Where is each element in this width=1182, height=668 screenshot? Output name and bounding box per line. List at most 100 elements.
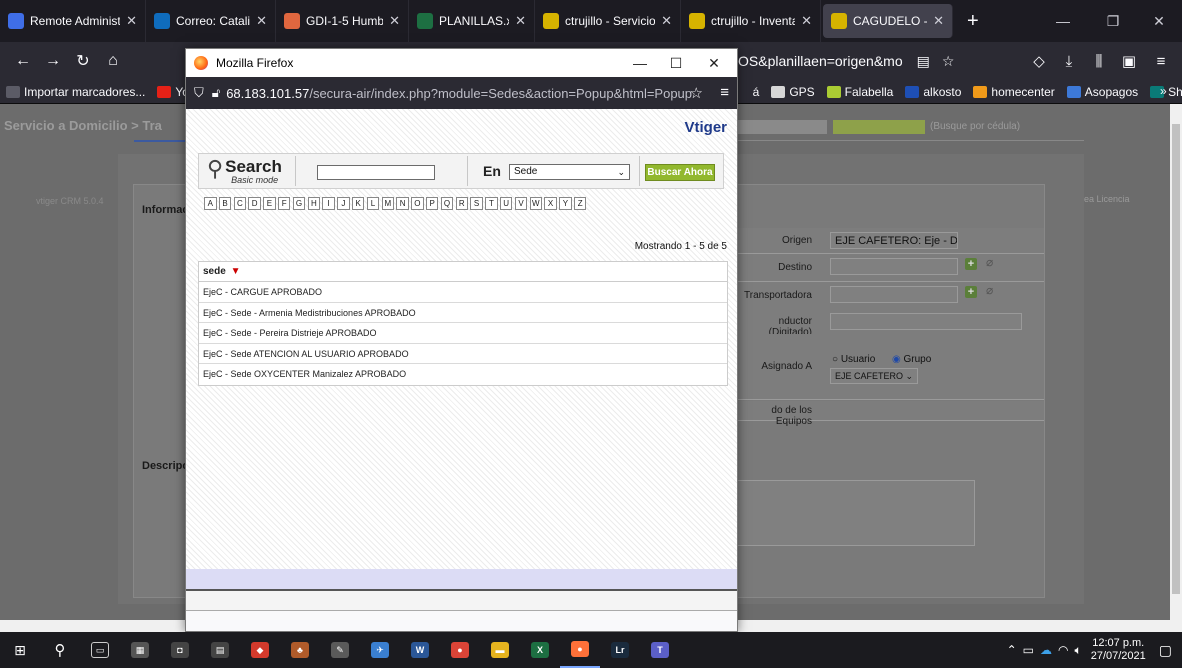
tab-2[interactable]: Correo: Catalina Tru ✕ xyxy=(146,0,276,42)
search-field-select[interactable]: Sede ⌄ xyxy=(509,164,630,180)
maximize-icon[interactable]: ☐ xyxy=(659,49,693,77)
alphabet-letter[interactable]: F xyxy=(277,197,291,210)
minimize-icon[interactable]: — xyxy=(623,49,657,77)
alphabet-letter[interactable]: V xyxy=(514,197,528,210)
search-input[interactable] xyxy=(317,165,435,180)
volume-icon[interactable]: 🔈︎ xyxy=(1075,643,1082,658)
home-icon[interactable]: ⌂ xyxy=(98,46,128,76)
tab-1[interactable]: Remote Administrat ✕ xyxy=(0,0,146,42)
tab-3[interactable]: GDI-1-5 Humberto ✕ xyxy=(276,0,409,42)
assign-group-select[interactable]: EJE CAFETERO ⌄ xyxy=(830,368,918,384)
transportadora-clear-icon[interactable]: ⌀ xyxy=(986,283,993,297)
reload-icon[interactable]: ↻ xyxy=(68,46,98,76)
tab-close-icon[interactable]: ✕ xyxy=(515,13,526,29)
table-row[interactable]: EjeC - Sede - Armenia Medistribuciones A… xyxy=(199,303,727,324)
pocket-icon[interactable]: ◇ xyxy=(1024,46,1054,76)
bookmark-item[interactable]: Asopagos xyxy=(1061,85,1144,99)
alphabet-letter[interactable]: M xyxy=(381,197,395,210)
popup-bookmark-star-icon[interactable]: ☆ xyxy=(690,84,703,102)
bookmark-star-icon[interactable]: ☆ xyxy=(942,53,955,70)
main-close-icon[interactable]: ✕ xyxy=(1136,0,1182,42)
alphabet-letter[interactable]: B xyxy=(218,197,232,210)
calendar-icon[interactable]: ▤ xyxy=(200,632,240,668)
alphabet-letter[interactable]: I xyxy=(322,197,335,210)
alphabet-letter[interactable]: T xyxy=(485,197,498,210)
camera-icon[interactable]: ◘ xyxy=(160,632,200,668)
tab-4[interactable]: PLANILLAS.xlsx ✕ xyxy=(409,0,535,42)
tab-7[interactable]: CAGUDELO - Servic ✕ xyxy=(823,4,953,38)
bg-field-input[interactable] xyxy=(830,313,1022,330)
search-now-button[interactable]: Buscar Ahora xyxy=(645,164,715,181)
sort-desc-icon[interactable]: ▼ xyxy=(231,266,241,277)
main-minimize-icon[interactable]: — xyxy=(1040,0,1086,42)
bookmarks-overflow-icon[interactable]: » xyxy=(1160,84,1167,98)
page-breadcrumb[interactable]: Servicio a Domicilio > Tra xyxy=(4,118,162,133)
back-icon[interactable]: ← xyxy=(8,46,38,76)
column-header-sede[interactable]: sede ▼ xyxy=(199,262,727,282)
assign-grupo-radio[interactable]: ◉ Grupo xyxy=(892,354,931,365)
lightroom-icon[interactable]: Lr xyxy=(600,632,640,668)
alphabet-letter[interactable]: C xyxy=(233,197,247,210)
bookmark-item[interactable]: GPS xyxy=(765,85,820,99)
alphabet-letter[interactable]: U xyxy=(499,197,513,210)
alphabet-letter[interactable]: W xyxy=(529,197,543,210)
bookmark-item[interactable]: homecenter xyxy=(967,85,1060,99)
alphabet-letter[interactable]: E xyxy=(263,197,276,210)
bookmark-item[interactable]: á xyxy=(747,85,766,99)
firefox-icon[interactable]: ● xyxy=(560,632,600,668)
tab-close-icon[interactable]: ✕ xyxy=(256,13,267,29)
tracking-shield-icon[interactable]: ⛉ xyxy=(194,85,204,101)
network-icon[interactable]: ▭ xyxy=(1023,643,1034,657)
vertical-scroll-thumb[interactable] xyxy=(1172,124,1180,594)
alphabet-letter[interactable]: Z xyxy=(573,197,587,210)
destino-clear-icon[interactable]: ⌀ xyxy=(986,255,993,269)
forward-icon[interactable]: → xyxy=(38,46,68,76)
close-icon[interactable]: ✕ xyxy=(697,49,731,77)
bg-search-input[interactable] xyxy=(737,120,827,134)
clock[interactable]: 12:07 p.m. 27/07/2021 xyxy=(1091,637,1146,663)
anydesk-icon[interactable]: ◆ xyxy=(240,632,280,668)
alphabet-letter[interactable]: A xyxy=(204,197,217,210)
downloads-icon[interactable]: ⤓ xyxy=(1054,46,1084,76)
tab-5[interactable]: ctrujillo - Servicio a ✕ xyxy=(535,0,681,42)
calculator-icon[interactable]: ▦ xyxy=(120,632,160,668)
table-row[interactable]: EjeC - Sede - Pereira Distrieje APROBADO xyxy=(199,323,727,344)
start-icon[interactable]: ⊞ xyxy=(0,632,40,668)
bg-search-button[interactable] xyxy=(833,120,925,134)
alphabet-letter[interactable]: X xyxy=(544,197,557,210)
popup-url-bar[interactable]: ⛉ 🔓︎ 68.183.101.57 /secura-air/index.php… xyxy=(186,77,737,109)
alphabet-letter[interactable]: S xyxy=(470,197,483,210)
sidebar-icon[interactable]: ▣ xyxy=(1114,46,1144,76)
paint-icon[interactable]: ✎ xyxy=(320,632,360,668)
tab-close-icon[interactable]: ✕ xyxy=(801,13,812,29)
task-view-icon[interactable]: ▭ xyxy=(80,632,120,668)
alphabet-letter[interactable]: Y xyxy=(559,197,572,210)
teams-icon[interactable]: T xyxy=(640,632,680,668)
main-url-field[interactable]: OS&planillaen=origen&mo ▤ ☆ xyxy=(738,48,954,74)
onedrive-icon[interactable]: ☁ xyxy=(1040,643,1052,657)
tab-close-icon[interactable]: ✕ xyxy=(389,13,400,29)
bg-field-input[interactable] xyxy=(830,286,958,303)
alphabet-letter[interactable]: O xyxy=(411,197,424,210)
table-row[interactable]: EjeC - CARGUE APROBADO xyxy=(199,282,727,303)
bg-field-input[interactable]: EJE CAFETERO: Eje - Do xyxy=(830,232,958,249)
chrome-icon[interactable]: ● xyxy=(440,632,480,668)
folder-icon[interactable]: ▬ xyxy=(480,632,520,668)
alphabet-letter[interactable]: K xyxy=(351,197,365,210)
alphabet-letter[interactable]: G xyxy=(292,197,306,210)
search-icon[interactable]: ⚲ xyxy=(40,632,80,668)
new-tab-icon[interactable]: + xyxy=(955,0,991,42)
notifications-icon[interactable]: ▢ xyxy=(1159,642,1172,659)
alphabet-letter[interactable]: H xyxy=(307,197,321,210)
excel-icon[interactable]: X xyxy=(520,632,560,668)
reader-view-icon[interactable]: ▤ xyxy=(917,53,930,70)
tab-close-icon[interactable]: ✕ xyxy=(933,13,944,29)
insecure-lock-icon[interactable]: 🔓︎ xyxy=(212,85,220,101)
wifi-icon[interactable]: ◠ xyxy=(1058,643,1068,657)
tab-close-icon[interactable]: ✕ xyxy=(126,13,137,29)
table-row[interactable]: EjeC - Sede OXYCENTER Manizalez APROBADO xyxy=(199,364,727,385)
alphabet-letter[interactable]: L xyxy=(366,197,380,210)
tool-icon[interactable]: ✈ xyxy=(360,632,400,668)
tab-6[interactable]: ctrujillo - Inventario ✕ xyxy=(681,0,821,42)
bookmark-item[interactable]: Importar marcadores... xyxy=(0,85,151,99)
